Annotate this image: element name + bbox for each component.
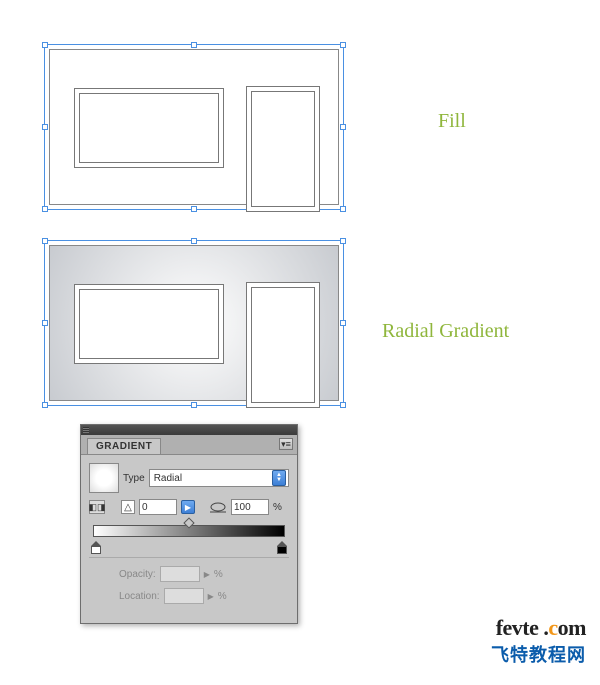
opacity-input[interactable] xyxy=(160,566,200,582)
panel-tabs: GRADIENT ▾≡ xyxy=(81,435,297,455)
handle-icon[interactable] xyxy=(42,320,48,326)
handle-icon[interactable] xyxy=(340,206,346,212)
type-dropdown[interactable]: Radial ▲▼ xyxy=(149,469,289,487)
panel-header[interactable] xyxy=(81,425,297,435)
panel-menu-button[interactable]: ▾≡ xyxy=(279,438,293,450)
wall-shape-fill xyxy=(49,49,339,205)
handle-icon[interactable] xyxy=(191,206,197,212)
artboard-fill[interactable] xyxy=(44,44,344,210)
type-row: Type Radial ▲▼ xyxy=(89,463,289,493)
door-frame xyxy=(246,282,320,408)
handle-icon[interactable] xyxy=(340,320,346,326)
gradient-panel[interactable]: GRADIENT ▾≡ Type Radial ▲▼ ◧◨ △ 0 ▶ 100 … xyxy=(80,424,298,624)
angle-stepper-icon[interactable]: ▶ xyxy=(181,500,195,514)
aspect-unit: % xyxy=(273,502,282,513)
panel-body: Type Radial ▲▼ ◧◨ △ 0 ▶ 100 % xyxy=(81,455,297,618)
logo-line1: fevte .com xyxy=(491,615,586,641)
aspect-ratio-icon xyxy=(209,500,227,514)
handle-icon[interactable] xyxy=(42,238,48,244)
handle-icon[interactable] xyxy=(191,238,197,244)
window-inner xyxy=(79,93,219,163)
handle-icon[interactable] xyxy=(191,42,197,48)
window-frame xyxy=(74,88,224,168)
opacity-unit: % xyxy=(214,569,223,580)
type-label: Type xyxy=(123,473,145,484)
label-radial-gradient: Radial Gradient xyxy=(382,320,509,343)
watermark-logo: fevte .com 飞特教程网 xyxy=(491,615,586,667)
handle-icon[interactable] xyxy=(42,206,48,212)
dropdown-arrows-icon: ▲▼ xyxy=(272,470,286,486)
opacity-label: Opacity: xyxy=(119,569,156,580)
stop-properties: Opacity: ▶ % Location: ▶ % xyxy=(89,557,289,604)
handle-icon[interactable] xyxy=(42,42,48,48)
handle-icon[interactable] xyxy=(340,402,346,408)
type-value: Radial xyxy=(154,473,182,484)
tab-gradient[interactable]: GRADIENT xyxy=(87,438,161,454)
door-inner xyxy=(251,287,315,403)
handle-icon[interactable] xyxy=(42,124,48,130)
handle-icon[interactable] xyxy=(340,42,346,48)
location-unit: % xyxy=(218,591,227,602)
reverse-gradient-button[interactable]: ◧◨ xyxy=(89,500,105,514)
location-label: Location: xyxy=(119,591,160,602)
opacity-row: Opacity: ▶ % xyxy=(89,566,289,582)
grip-icon[interactable] xyxy=(83,427,89,433)
angle-icon: △ xyxy=(121,500,135,514)
door-frame xyxy=(246,86,320,212)
door-inner xyxy=(251,91,315,207)
window-frame xyxy=(74,284,224,364)
handle-icon[interactable] xyxy=(340,238,346,244)
label-fill: Fill xyxy=(438,110,466,133)
angle-input[interactable]: 0 xyxy=(139,499,177,515)
location-row: Location: ▶ % xyxy=(89,588,289,604)
logo-line2: 飞特教程网 xyxy=(491,641,586,667)
color-stop-left[interactable] xyxy=(91,541,101,553)
artboard-radial[interactable] xyxy=(44,240,344,406)
color-stop-right[interactable] xyxy=(277,541,287,553)
location-input[interactable] xyxy=(164,588,204,604)
handle-icon[interactable] xyxy=(42,402,48,408)
angle-row: ◧◨ △ 0 ▶ 100 % xyxy=(89,499,289,515)
handle-icon[interactable] xyxy=(340,124,346,130)
gradient-slider[interactable] xyxy=(93,525,285,551)
window-inner xyxy=(79,289,219,359)
aspect-input[interactable]: 100 xyxy=(231,499,269,515)
handle-icon[interactable] xyxy=(191,402,197,408)
gradient-swatch[interactable] xyxy=(89,463,119,493)
wall-shape-gradient xyxy=(49,245,339,401)
